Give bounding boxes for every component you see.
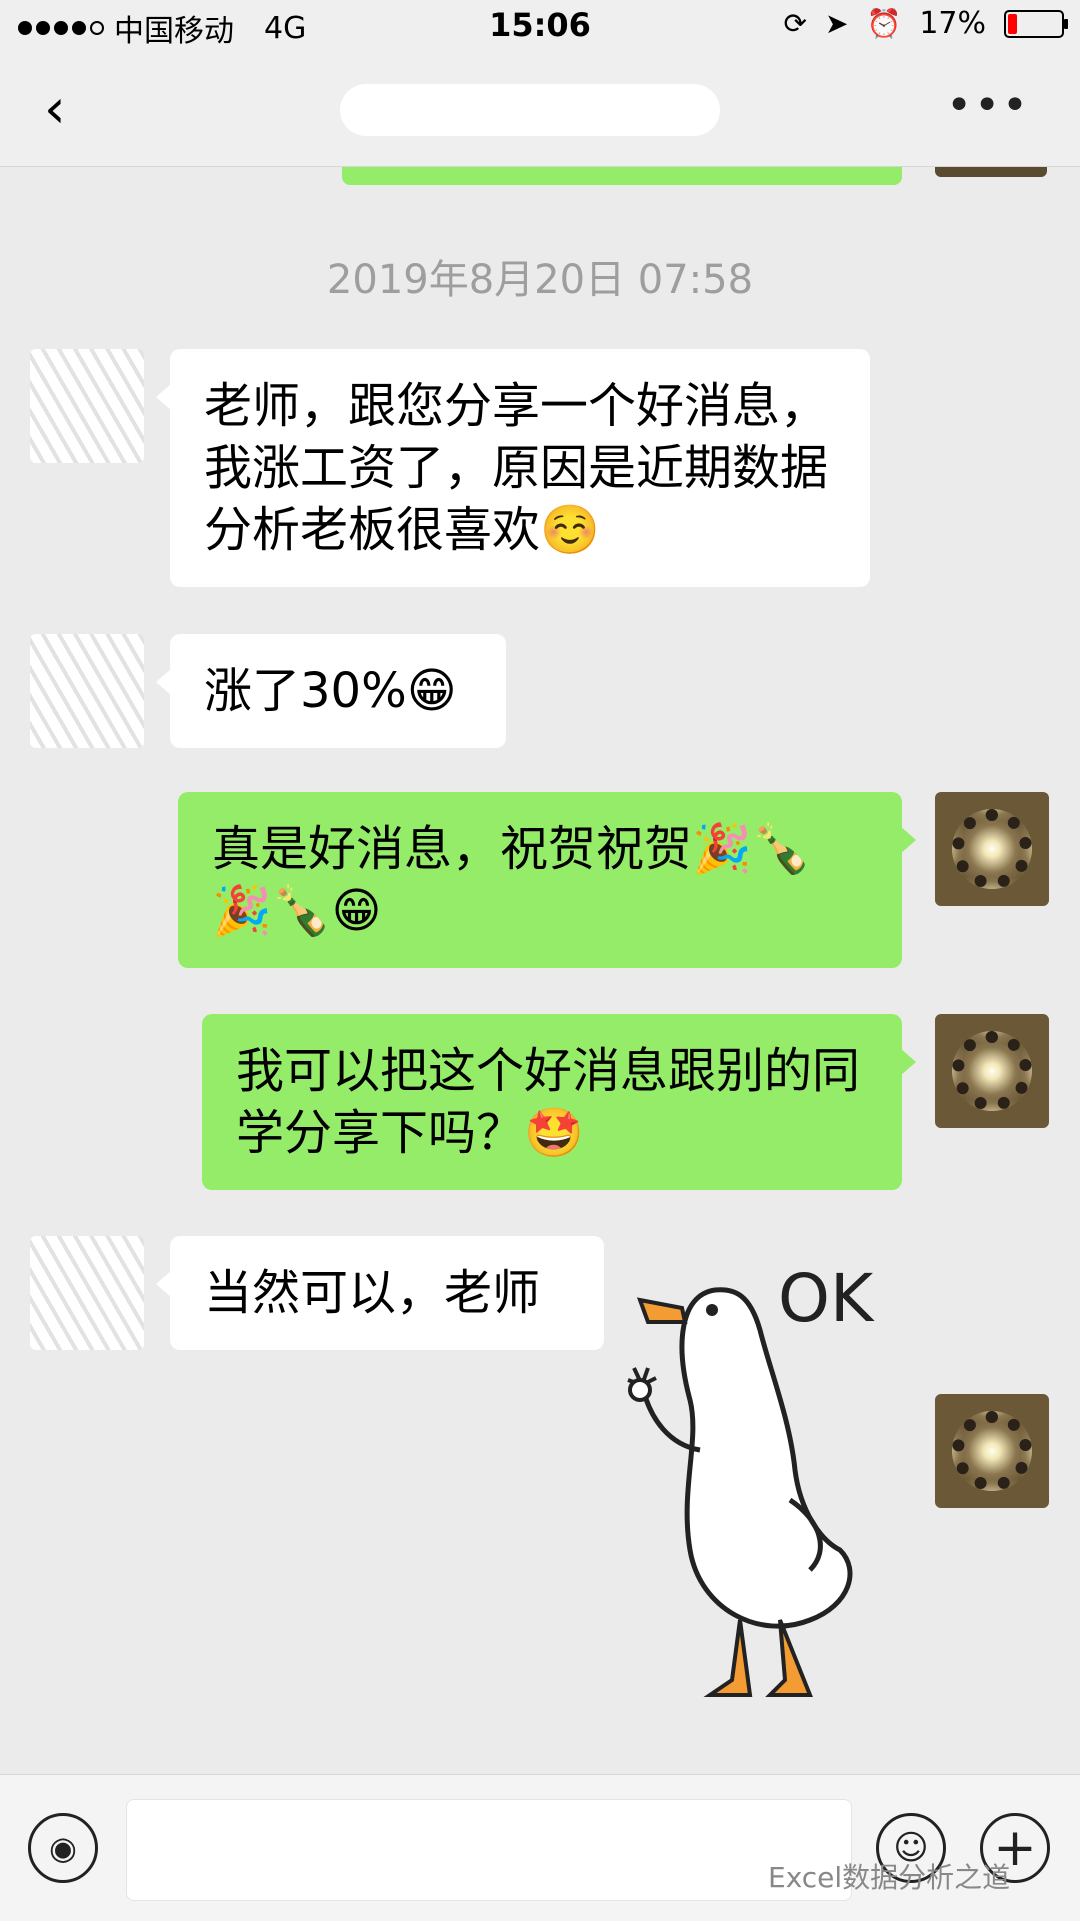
battery-level — [1008, 13, 1017, 34]
avatar[interactable] — [935, 792, 1049, 906]
back-button[interactable]: ‹ — [44, 82, 66, 136]
received-message-bubble[interactable]: 涨了30%😁 — [156, 634, 506, 748]
received-message-bubble[interactable]: 当然可以，老师 — [156, 1236, 604, 1350]
chevron-left-icon: ‹ — [44, 77, 66, 140]
chat-title-redacted — [340, 84, 720, 136]
more-button[interactable]: ••• — [946, 80, 1030, 131]
rotation-lock-icon: ⟳ — [783, 7, 807, 40]
avatar[interactable] — [30, 349, 144, 463]
avatar[interactable] — [935, 1394, 1049, 1508]
sticker-ok-text: OK — [778, 1260, 874, 1337]
partial-avatar — [935, 167, 1047, 177]
battery-icon — [1004, 9, 1068, 38]
status-bar: 中国移动 4G 15:06 ⟳ ➤ ⏰ 17% — [0, 0, 1080, 54]
watermark: Excel数据分析之道 — [768, 1861, 1011, 1894]
message-timestamp: 2019年8月20日 07:58 — [326, 257, 754, 303]
partial-sent-bubble — [342, 167, 902, 185]
battery-percent: 17% — [919, 6, 986, 41]
message-input[interactable] — [126, 1799, 852, 1901]
chat-area[interactable]: 2019年8月20日 07:58 老师，跟您分享一个好消息，我涨工资了，原因是近… — [0, 167, 1080, 1774]
received-message-bubble[interactable]: 老师，跟您分享一个好消息，我涨工资了，原因是近期数据分析老板很喜欢☺️ — [156, 349, 870, 587]
input-bar: ◉ ☺ + — [0, 1774, 1080, 1921]
avatar[interactable] — [30, 1236, 144, 1350]
status-icons: ⟳ ➤ ⏰ 17% — [783, 6, 1068, 41]
avatar[interactable] — [935, 1014, 1049, 1128]
sent-message-bubble[interactable]: 真是好消息，祝贺祝贺🎉🍾🎉🍾😁 — [178, 792, 916, 968]
avatar[interactable] — [30, 634, 144, 748]
voice-icon: ◉ — [49, 1829, 77, 1867]
alarm-icon: ⏰ — [866, 7, 902, 40]
sent-message-bubble[interactable]: 我可以把这个好消息跟别的同学分享下吗？🤩 — [202, 1014, 916, 1190]
chat-header: ‹ ••• — [0, 54, 1080, 167]
voice-button[interactable]: ◉ — [28, 1813, 98, 1883]
more-dots-icon: ••• — [946, 80, 1030, 131]
location-icon: ➤ — [824, 7, 849, 40]
